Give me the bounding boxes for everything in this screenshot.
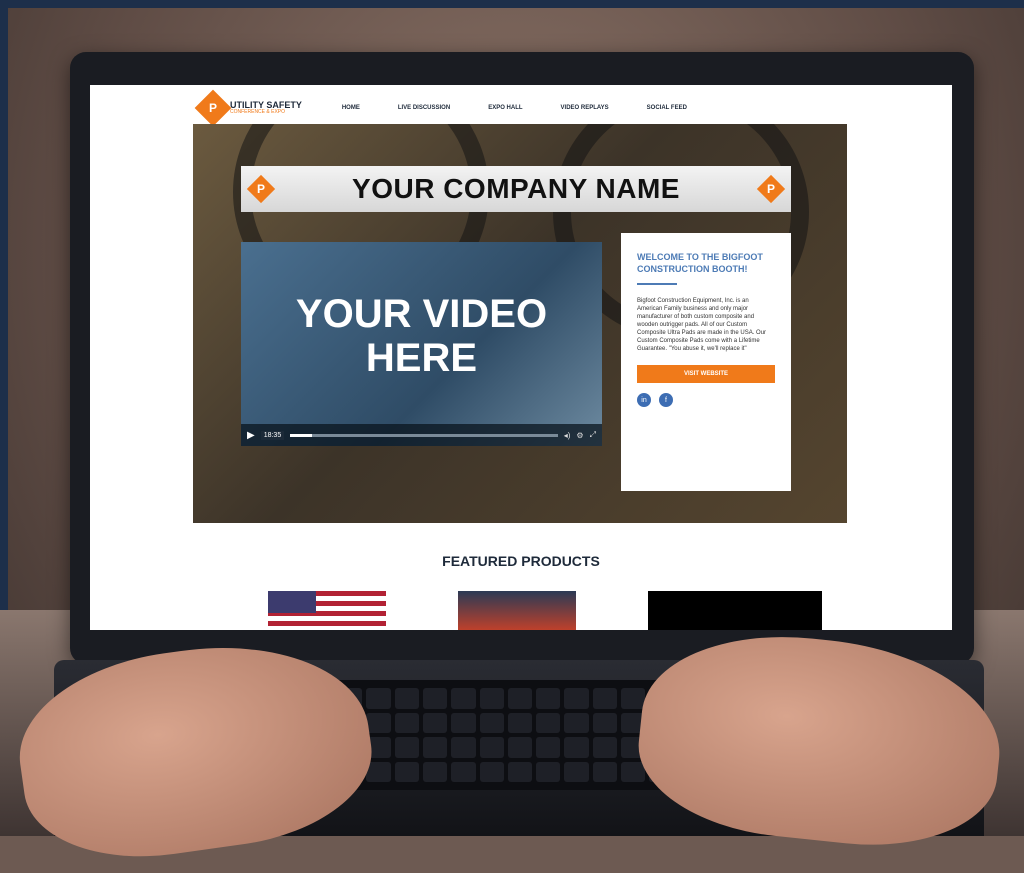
product-image-dark[interactable] (648, 591, 822, 630)
linkedin-icon[interactable]: in (637, 393, 651, 407)
featured-products-heading: FEATURED PRODUCTS (442, 553, 600, 569)
banner-logo-right-icon: P (756, 174, 786, 204)
keyboard-key (366, 688, 391, 709)
keyboard-key (536, 737, 561, 758)
keyboard-key (621, 688, 646, 709)
facebook-icon[interactable]: f (659, 393, 673, 407)
keyboard-key (536, 761, 561, 782)
keyboard-key (479, 737, 504, 758)
site-logo[interactable]: P UTILITY SAFETY CONFERENCE & EXPO (194, 89, 302, 127)
site-nav: P UTILITY SAFETY CONFERENCE & EXPO HOME … (194, 89, 900, 127)
keyboard-key (451, 761, 476, 782)
keyboard-key (394, 761, 419, 782)
title-divider (637, 283, 677, 285)
keyboard-key (536, 688, 561, 709)
logo-letter: P (208, 100, 218, 115)
settings-icon[interactable]: ⚙ (576, 431, 583, 440)
play-icon[interactable]: ▶ (247, 430, 255, 441)
keyboard-key (394, 712, 419, 733)
frame-top (0, 0, 1024, 8)
company-name: YOUR COMPANY NAME (352, 173, 680, 204)
nav-live-discussion[interactable]: LIVE DISCUSSION (398, 105, 450, 111)
company-banner: P YOUR COMPANY NAME P (241, 166, 791, 212)
video-controls: ▶ 18:35 ◂) ⚙ ⤢ (241, 424, 602, 446)
keyboard-key (507, 737, 533, 758)
keyboard-key (394, 737, 419, 758)
laptop-screen: P UTILITY SAFETY CONFERENCE & EXPO HOME … (90, 85, 952, 630)
volume-icon[interactable]: ◂) (564, 431, 571, 440)
logo-subtitle: CONFERENCE & EXPO (230, 109, 286, 115)
keyboard-key (592, 737, 618, 758)
keyboard-key (451, 688, 476, 709)
visit-website-button[interactable]: VISIT WEBSITE (637, 365, 775, 383)
keyboard-key (592, 761, 618, 782)
welcome-title: WELCOME TO THE BIGFOOT CONSTRUCTION BOOT… (637, 252, 763, 274)
nav-social-feed[interactable]: SOCIAL FEED (647, 105, 687, 111)
keyboard-key (422, 737, 448, 758)
welcome-body: Bigfoot Construction Equipment, Inc. is … (637, 298, 767, 352)
keyboard-key (592, 688, 618, 709)
keyboard-key (564, 761, 589, 782)
welcome-card: WELCOME TO THE BIGFOOT CONSTRUCTION BOOT… (621, 233, 791, 491)
keyboard-key (536, 712, 561, 733)
video-text-line2: HERE (365, 336, 478, 380)
keyboard-key (422, 712, 448, 733)
nav-video-replays[interactable]: VIDEO REPLAYS (561, 105, 609, 111)
logo-letter: P (766, 181, 776, 196)
nav-home[interactable]: HOME (342, 105, 360, 111)
video-time: 18:35 (260, 430, 285, 440)
keyboard-key (507, 688, 533, 709)
keyboard-key (479, 761, 504, 782)
product-image-pad[interactable] (458, 591, 576, 630)
product-image-flag[interactable] (268, 591, 386, 630)
keyboard-key (422, 688, 448, 709)
banner-logo-left-icon: P (246, 174, 276, 204)
keyboard-key (479, 688, 504, 709)
keyboard-key (564, 737, 589, 758)
keyboard-key (394, 688, 419, 709)
video-text-line1: YOUR VIDEO (295, 292, 548, 336)
fullscreen-icon[interactable]: ⤢ (590, 430, 596, 440)
keyboard-key (507, 761, 533, 782)
video-placeholder-text: YOUR VIDEO HERE (241, 292, 602, 380)
keyboard-key (564, 688, 589, 709)
social-links: in f (637, 393, 775, 407)
video-progress-fill (290, 433, 312, 437)
keyboard-key (507, 712, 533, 733)
keyboard-key (564, 712, 589, 733)
keyboard-key (479, 712, 504, 733)
featured-products-list (268, 591, 822, 630)
hero-section: P YOUR COMPANY NAME P YOUR VIDEO HERE ▶ … (193, 124, 847, 523)
keyboard-key (451, 737, 476, 758)
logo-mark-icon: P (194, 89, 232, 127)
keyboard-key (422, 761, 448, 782)
keyboard-key (451, 712, 476, 733)
nav-expo-hall[interactable]: EXPO HALL (488, 105, 522, 111)
keyboard-key (366, 712, 391, 733)
logo-letter: P (256, 181, 266, 196)
video-player[interactable]: YOUR VIDEO HERE ▶ 18:35 ◂) ⚙ ⤢ (241, 242, 602, 446)
video-progress-track[interactable] (290, 433, 558, 437)
keyboard-key (592, 712, 618, 733)
